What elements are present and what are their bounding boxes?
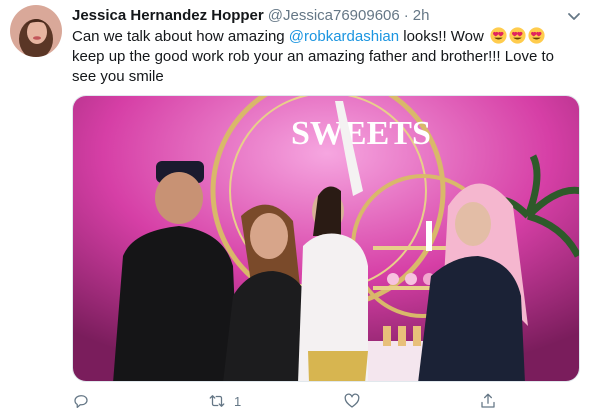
more-options-chevron-icon[interactable]: [566, 8, 582, 24]
retweet-count: 1: [234, 393, 242, 409]
reply-icon: [74, 395, 88, 409]
heart-icon: [344, 393, 360, 408]
author-handle[interactable]: @Jessica76909606: [268, 7, 400, 24]
retweet-icon: [209, 395, 225, 407]
avatar[interactable]: [10, 5, 62, 57]
share-icon: [481, 393, 495, 408]
tweet-text-part: looks!! Wow: [399, 28, 489, 45]
share-button[interactable]: [479, 390, 497, 412]
tweet-text-part: keep up the good work rob your an amazin…: [72, 48, 554, 85]
tweet-photo[interactable]: SWEETS: [72, 95, 580, 382]
separator-dot: ·: [403, 7, 409, 24]
tweet-actions: 1: [72, 388, 580, 414]
heart-eyes-emoji-icon: [490, 27, 507, 44]
sweets-sign-text: SWEETS: [291, 115, 431, 152]
reply-button[interactable]: [72, 390, 98, 412]
timestamp[interactable]: 2h: [413, 7, 430, 24]
author-name[interactable]: Jessica Hernandez Hopper: [72, 7, 264, 24]
party-photo-image: SWEETS: [73, 96, 579, 381]
tweet-text: Can we talk about how amazing @robkardas…: [72, 27, 580, 87]
heart-eyes-emoji-icon: [528, 27, 545, 44]
mention-link[interactable]: @robkardashian: [289, 28, 399, 45]
heart-eyes-emoji-icon: [509, 27, 526, 44]
avatar-image: [10, 5, 62, 57]
like-button[interactable]: [343, 390, 369, 412]
retweet-button[interactable]: 1: [208, 390, 241, 412]
tweet-card[interactable]: Jessica Hernandez Hopper @Jessica76909606…: [0, 0, 600, 418]
tweet-header: Jessica Hernandez Hopper @Jessica76909606…: [72, 6, 429, 26]
tweet-text-part: Can we talk about how amazing: [72, 28, 289, 45]
